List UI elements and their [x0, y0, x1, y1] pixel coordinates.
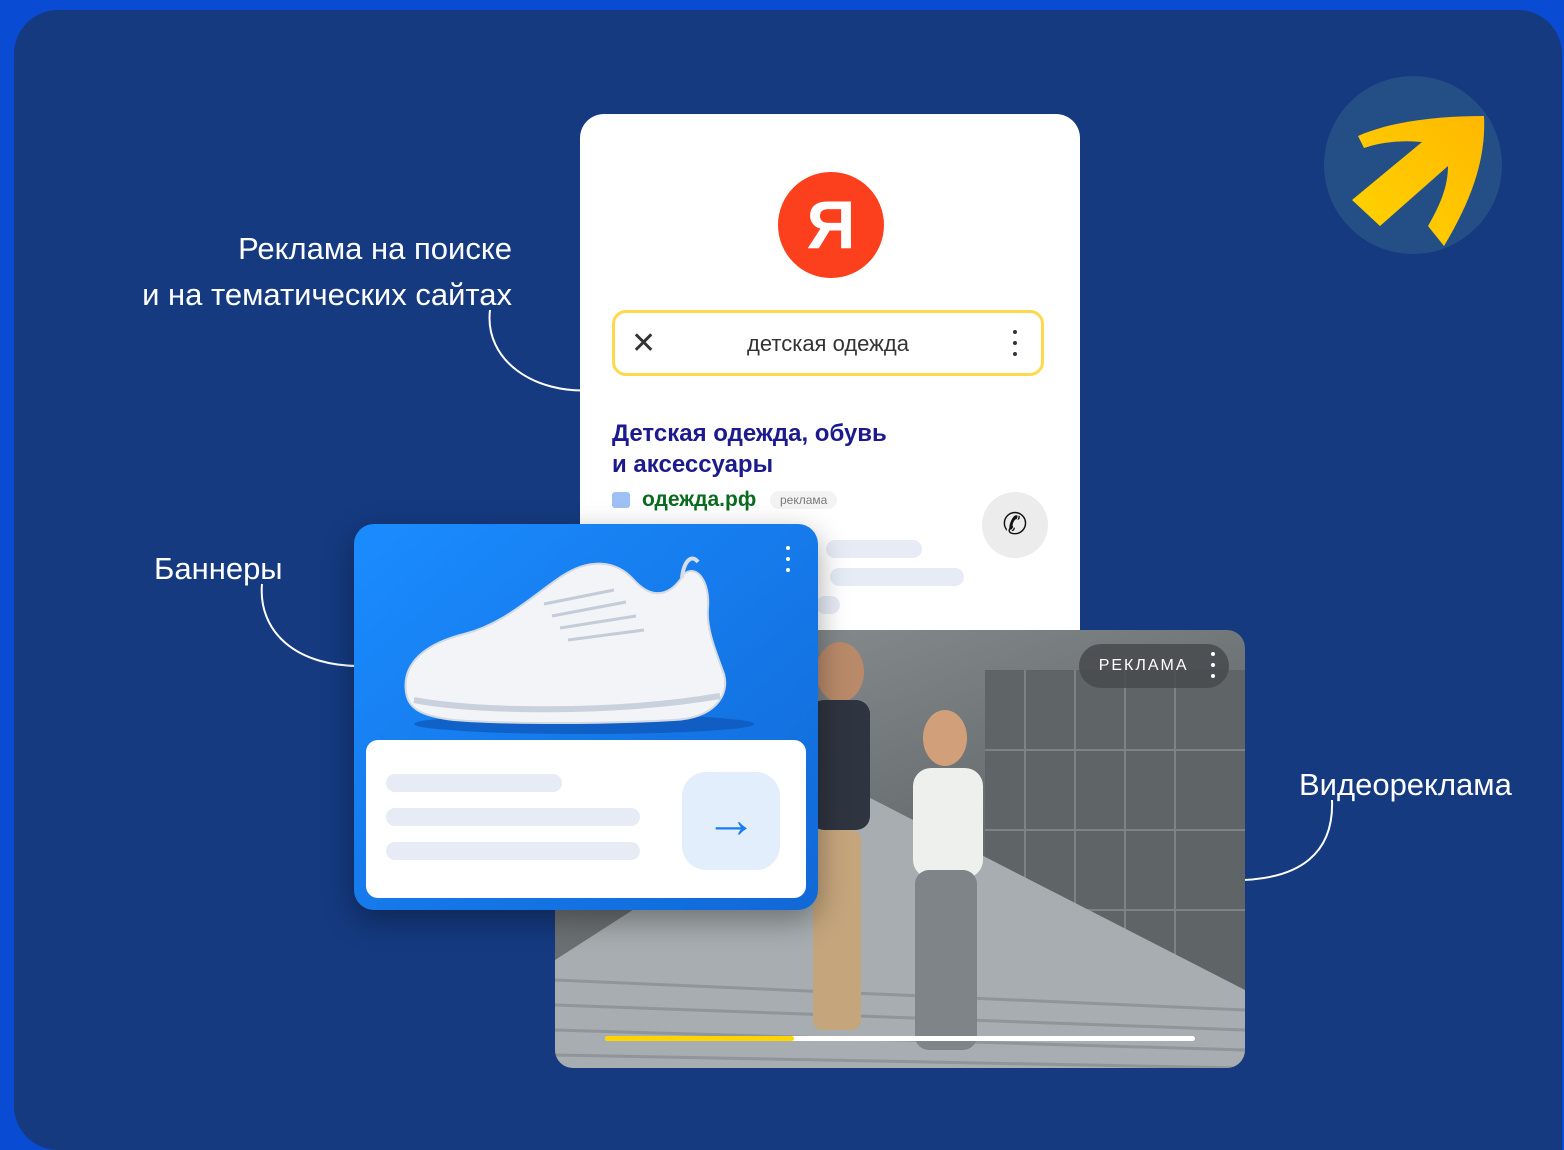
placeholder-line	[386, 808, 640, 826]
ad-badge: реклама	[770, 491, 838, 509]
search-input[interactable]: ✕ детская одежда	[612, 310, 1044, 376]
placeholder-line	[816, 596, 840, 614]
video-ad-badge: РЕКЛАМА	[1078, 644, 1229, 688]
caption-video-ads: Видеореклама	[1299, 767, 1512, 802]
video-progress-bar[interactable]	[605, 1036, 1195, 1041]
sneaker-image	[404, 556, 754, 734]
placeholder-line	[386, 774, 562, 792]
result-title-line-2: и аксессуары	[612, 451, 774, 478]
banner-ad-card[interactable]: →	[354, 524, 818, 910]
arrow-right-icon[interactable]: →	[682, 772, 780, 870]
vertical-dots-icon[interactable]	[786, 546, 790, 574]
vertical-dots-icon[interactable]	[1013, 330, 1017, 360]
caption-search-ads: Реклама на поиске и на тематических сайт…	[142, 226, 512, 318]
phone-icon[interactable]: ✆	[982, 492, 1048, 558]
result-title-line-1: Детская одежда, обувь	[612, 420, 887, 447]
video-ad-label: РЕКЛАМА	[1098, 657, 1189, 674]
result-url[interactable]: одежда.рф	[642, 488, 756, 512]
yandex-logo: Я	[778, 172, 884, 278]
search-query-text: детская одежда	[747, 331, 909, 356]
search-result-title[interactable]: Детская одежда, обувь и аксессуары	[612, 418, 972, 480]
video-progress-fill	[605, 1036, 794, 1041]
caption-search-line-1: Реклама на поиске	[238, 231, 512, 266]
arrow-logo-icon	[1324, 76, 1502, 254]
promo-panel: Реклама на поиске и на тематических сайт…	[14, 10, 1562, 1150]
tshirt-icon	[612, 492, 630, 508]
placeholder-line	[830, 568, 964, 586]
caption-banners: Баннеры	[154, 551, 283, 586]
placeholder-line	[386, 842, 640, 860]
placeholder-line	[826, 540, 922, 558]
vertical-dots-icon[interactable]	[1211, 652, 1215, 680]
caption-search-line-2: и на тематических сайтах	[142, 277, 512, 312]
banner-content-panel: →	[366, 740, 806, 898]
